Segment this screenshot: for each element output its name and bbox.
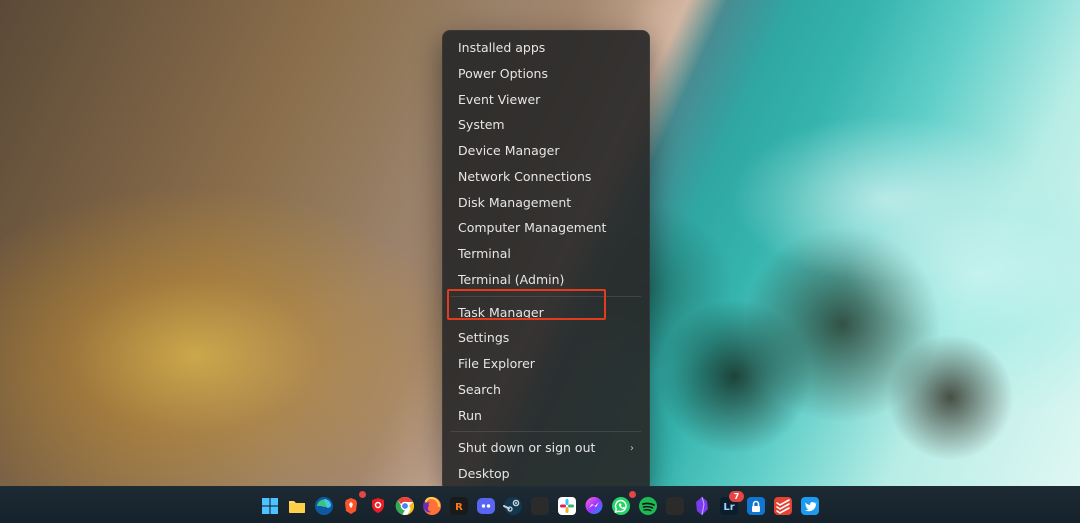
taskbar-file-explorer-button[interactable] — [285, 494, 309, 518]
reddit-icon: R — [448, 495, 470, 517]
menu-item-label: Device Manager — [458, 144, 560, 158]
menu-item-system[interactable]: System — [447, 112, 645, 138]
taskbar-messenger-button[interactable] — [582, 494, 606, 518]
file-explorer-icon — [286, 495, 308, 517]
menu-item-settings[interactable]: Settings — [447, 325, 645, 351]
taskbar-obsidian-button[interactable] — [690, 494, 714, 518]
menu-separator — [451, 296, 641, 297]
taskbar-todoist-button[interactable] — [771, 494, 795, 518]
spotify-icon — [637, 495, 659, 517]
menu-item-label: Disk Management — [458, 196, 571, 210]
taskbar-spotify-button[interactable] — [636, 494, 660, 518]
taskbar-discord-button[interactable] — [474, 494, 498, 518]
menu-item-shut-down[interactable]: Shut down or sign out › — [447, 435, 645, 461]
obsidian-icon — [691, 495, 713, 517]
menu-item-event-viewer[interactable]: Event Viewer — [447, 87, 645, 113]
onedrive-icon — [664, 495, 686, 517]
notification-dot — [359, 491, 366, 498]
firefox-icon — [421, 495, 443, 517]
menu-item-installed-apps[interactable]: Installed apps — [447, 35, 645, 61]
menu-item-label: System — [458, 118, 505, 132]
taskbar-enpass-button[interactable] — [744, 494, 768, 518]
menu-item-task-manager[interactable]: Task Manager — [447, 300, 645, 326]
menu-separator — [451, 431, 641, 432]
start-icon — [259, 495, 281, 517]
taskbar-firefox-button[interactable] — [420, 494, 444, 518]
taskbar-edge-button[interactable] — [312, 494, 336, 518]
menu-item-network-connections[interactable]: Network Connections — [447, 164, 645, 190]
taskbar-twitter-button[interactable] — [798, 494, 822, 518]
slack-icon — [556, 495, 578, 517]
menu-item-label: Terminal (Admin) — [458, 273, 564, 287]
taskbar: R Lr7 — [0, 486, 1080, 523]
notification-badge: 7 — [729, 491, 744, 502]
brave-icon — [340, 495, 362, 517]
enpass-icon — [745, 495, 767, 517]
taskbar-slack-button[interactable] — [555, 494, 579, 518]
taskbar-onedrive-button[interactable] — [663, 494, 687, 518]
menu-item-label: Desktop — [458, 467, 510, 481]
messenger-icon — [583, 495, 605, 517]
taskbar-steam-button[interactable] — [501, 494, 525, 518]
menu-item-label: File Explorer — [458, 357, 535, 371]
discord-icon — [475, 495, 497, 517]
todoist-icon — [772, 495, 794, 517]
menu-item-label: Settings — [458, 331, 509, 345]
taskbar-lightroom-button[interactable]: Lr7 — [717, 494, 741, 518]
menu-item-label: Task Manager — [458, 306, 544, 320]
menu-item-label: Power Options — [458, 67, 548, 81]
menu-item-file-explorer[interactable]: File Explorer — [447, 351, 645, 377]
menu-item-label: Event Viewer — [458, 93, 540, 107]
notification-dot — [629, 491, 636, 498]
menu-item-terminal[interactable]: Terminal — [447, 241, 645, 267]
menu-item-disk-management[interactable]: Disk Management — [447, 190, 645, 216]
menu-item-label: Installed apps — [458, 41, 545, 55]
menu-item-label: Terminal — [458, 247, 511, 261]
authy-icon — [367, 495, 389, 517]
menu-item-label: Search — [458, 383, 501, 397]
twitter-icon — [799, 495, 821, 517]
menu-item-run[interactable]: Run — [447, 403, 645, 429]
menu-item-terminal-admin[interactable]: Terminal (Admin) — [447, 267, 645, 293]
taskbar-authy-button[interactable] — [366, 494, 390, 518]
menu-item-label: Shut down or sign out — [458, 441, 595, 455]
menu-item-search[interactable]: Search — [447, 377, 645, 403]
menu-item-device-manager[interactable]: Device Manager — [447, 138, 645, 164]
taskbar-reddit-button[interactable]: R — [447, 494, 471, 518]
chevron-right-icon: › — [630, 443, 634, 454]
gamebar-icon — [529, 495, 551, 517]
menu-item-label: Computer Management — [458, 221, 606, 235]
taskbar-whatsapp-button[interactable] — [609, 494, 633, 518]
svg-text:Lr: Lr — [723, 502, 734, 513]
steam-icon — [502, 495, 524, 517]
chrome-icon — [394, 495, 416, 517]
taskbar-brave-button[interactable] — [339, 494, 363, 518]
menu-item-label: Run — [458, 409, 482, 423]
whatsapp-icon — [610, 495, 632, 517]
taskbar-chrome-button[interactable] — [393, 494, 417, 518]
taskbar-start-button[interactable] — [258, 494, 282, 518]
menu-item-label: Network Connections — [458, 170, 591, 184]
edge-icon — [313, 495, 335, 517]
menu-item-desktop[interactable]: Desktop — [447, 461, 645, 487]
taskbar-gamebar-button[interactable] — [528, 494, 552, 518]
svg-text:R: R — [455, 502, 463, 513]
winx-context-menu: Installed apps Power Options Event Viewer S… — [442, 30, 650, 492]
menu-item-computer-management[interactable]: Computer Management — [447, 215, 645, 241]
menu-item-power-options[interactable]: Power Options — [447, 61, 645, 87]
